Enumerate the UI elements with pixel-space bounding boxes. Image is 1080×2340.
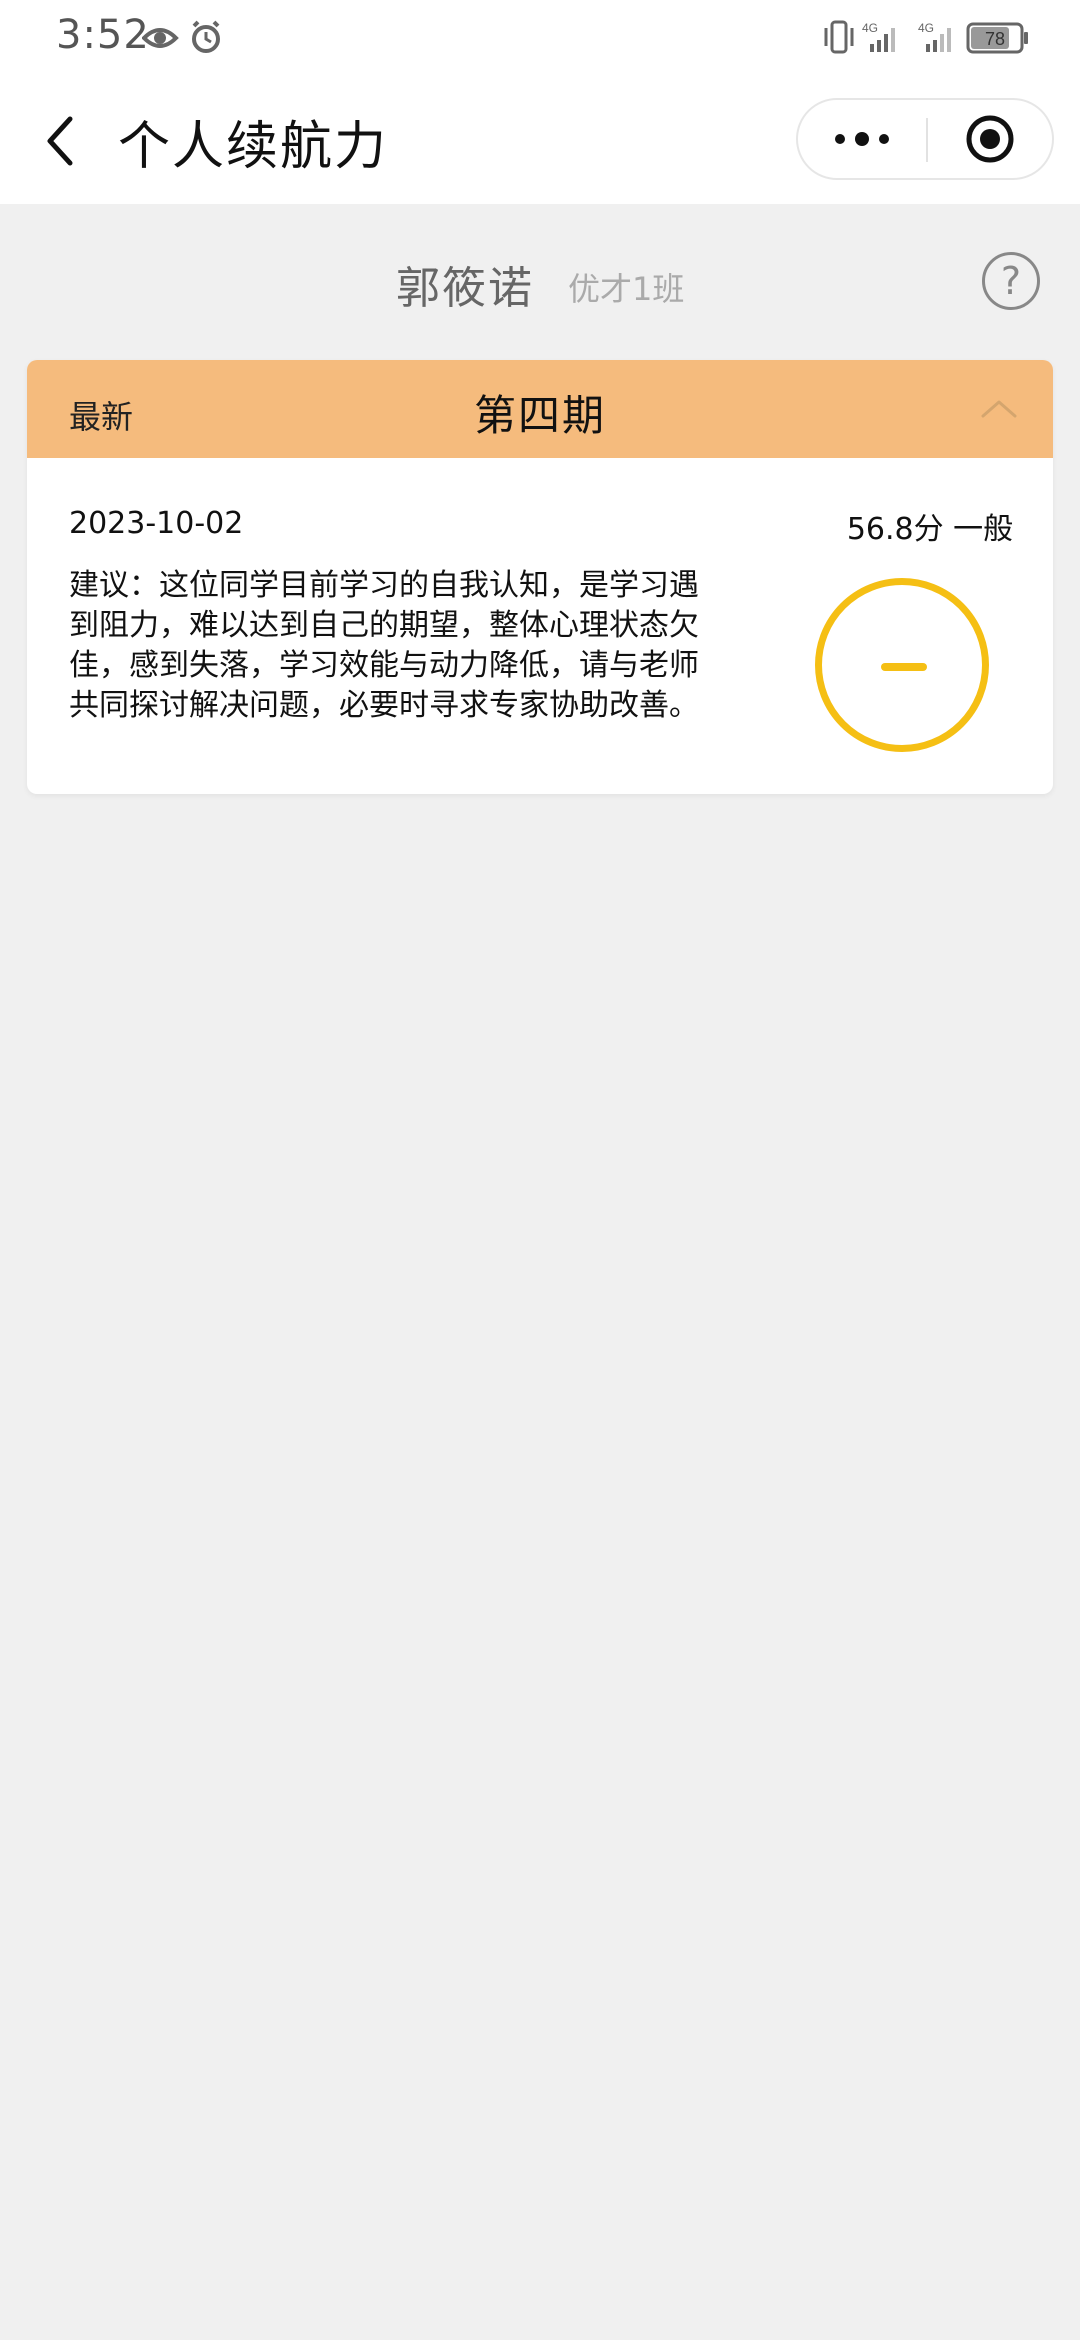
more-button[interactable]	[798, 100, 926, 178]
signal-label-1: 4G	[862, 21, 878, 35]
alarm-icon	[192, 20, 220, 53]
card-header[interactable]: 最新 第四期	[27, 360, 1053, 458]
help-button[interactable]: ?	[982, 252, 1040, 310]
suggestion-text: 建议：这位同学目前学习的自我认知，是学习遇到阻力，难以达到自己的期望，整体心理状…	[69, 568, 699, 723]
close-mini-program-button[interactable]	[928, 100, 1052, 178]
student-class: 优才1班	[568, 270, 685, 308]
eye-icon	[141, 28, 179, 48]
minus-mark	[881, 663, 927, 671]
page-title: 个人续航力	[118, 117, 389, 177]
score-text: 56.8分 一般	[846, 512, 1014, 547]
nav-bar: 个人续航力	[0, 76, 1080, 204]
status-left-icons	[141, 18, 222, 62]
period-title: 第四期	[473, 391, 606, 440]
signal-icon: 4G 4G	[862, 21, 951, 52]
report-date: 2023-10-02	[69, 506, 244, 541]
back-icon	[47, 116, 73, 166]
report-card: 最新 第四期 2023-10-02 56.8分 一般 建议：这位同学目前学习的自…	[27, 360, 1053, 794]
student-name: 郭筱诺	[396, 263, 534, 314]
status-time: 3:52	[56, 12, 150, 58]
battery-icon: 78	[966, 22, 1028, 54]
status-right-icons: 4G 4G 78	[822, 16, 1042, 60]
help-icon: ?	[1000, 259, 1022, 303]
status-bar: 3:52 4G 4G 78	[0, 0, 1080, 76]
mini-program-capsule	[796, 98, 1054, 180]
more-icon	[835, 132, 889, 146]
back-button[interactable]	[30, 106, 90, 176]
collapse-button[interactable]	[975, 388, 1023, 428]
neutral-minus-icon	[815, 578, 989, 752]
vibrate-icon	[824, 20, 854, 54]
target-icon	[966, 115, 1014, 163]
signal-label-2: 4G	[918, 21, 934, 35]
chevron-up-icon	[981, 400, 1017, 418]
battery-level: 78	[985, 29, 1005, 49]
